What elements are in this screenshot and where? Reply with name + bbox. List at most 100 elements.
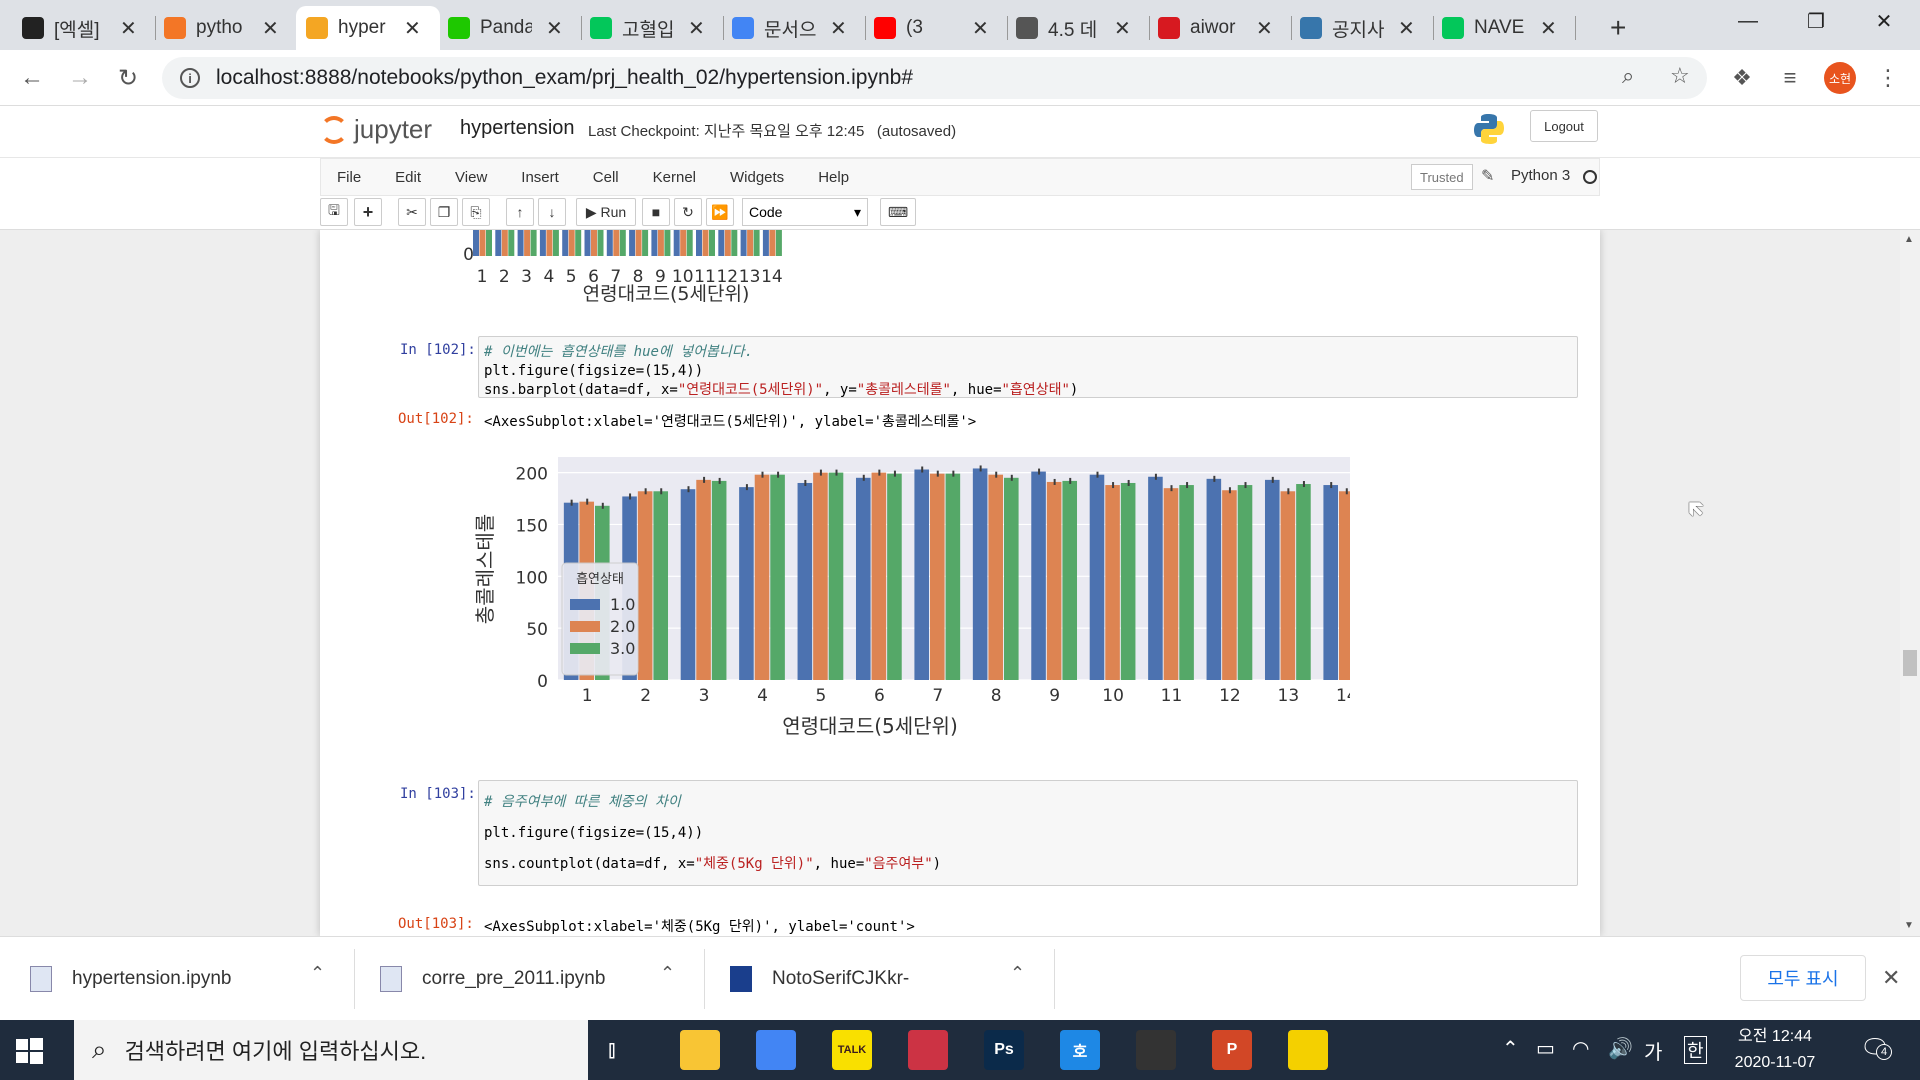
cell-102-code[interactable]: # 이번에는 흡연상태를 hue에 넣어봅니다. plt.figure(figs…: [478, 336, 1578, 398]
browser-tab[interactable]: (3 ✕: [864, 6, 1008, 50]
restart-run-all-button[interactable]: ⏩: [706, 198, 734, 226]
back-button[interactable]: ←: [14, 60, 50, 96]
restart-button[interactable]: ↻: [674, 198, 702, 226]
url-text[interactable]: localhost:8888/notebooks/python_exam/prj…: [216, 66, 913, 90]
site-info-icon[interactable]: i: [180, 68, 200, 88]
menu-help[interactable]: Help: [802, 169, 867, 186]
browser-tab[interactable]: 공지사 ✕: [1290, 6, 1434, 50]
ime-mode-indicator[interactable]: 가: [1644, 1036, 1662, 1065]
zoom-icon[interactable]: ⌕: [1622, 63, 1634, 89]
cut-button[interactable]: ✂: [398, 198, 426, 226]
windows-start-icon[interactable]: [14, 1036, 44, 1066]
menu-cell[interactable]: Cell: [577, 169, 637, 186]
taskbar-search-box[interactable]: ⌕ 검색하려면 여기에 입력하십시오.: [74, 1020, 588, 1080]
photoshop-icon[interactable]: Ps: [984, 1030, 1024, 1070]
menu-edit[interactable]: Edit: [379, 169, 439, 186]
sticky-notes-icon[interactable]: [1288, 1030, 1328, 1070]
kernel-name[interactable]: Python 3: [1511, 167, 1570, 184]
taskbar-clock[interactable]: 오전 12:44 2020-11-07: [1720, 1024, 1830, 1076]
cell-103-code[interactable]: # 음주여부에 따른 체중의 차이 plt.figure(figsize=(15…: [478, 780, 1578, 886]
media-control-icon[interactable]: ≡: [1774, 62, 1806, 94]
tab-close-icon[interactable]: ✕: [262, 16, 279, 41]
browser-tab[interactable]: aiwor ✕: [1148, 6, 1292, 50]
chevron-up-icon[interactable]: ⌃: [310, 963, 325, 984]
download-item[interactable]: corre_pre_2011.ipynb: [380, 937, 680, 1021]
browser-tab[interactable]: 4.5 데 ✕: [1006, 6, 1150, 50]
explorer-icon[interactable]: [680, 1030, 720, 1070]
tab-close-icon[interactable]: ✕: [1398, 16, 1415, 41]
volume-icon[interactable]: 🔊: [1608, 1036, 1633, 1061]
interrupt-button[interactable]: ■: [642, 198, 670, 226]
browser-tab[interactable]: [엑셀] ✕: [12, 6, 156, 50]
show-all-downloads-button[interactable]: 모두 표시: [1740, 955, 1866, 1001]
browser-tab[interactable]: Panda ✕: [438, 6, 582, 50]
tab-close-icon[interactable]: ✕: [120, 16, 137, 41]
menu-insert[interactable]: Insert: [505, 169, 577, 186]
cell-type-select[interactable]: Code ▾: [742, 198, 868, 226]
reload-button[interactable]: ↻: [110, 60, 146, 96]
save-button[interactable]: 🖫: [320, 198, 348, 226]
run-button[interactable]: ▶ Run: [576, 198, 636, 226]
new-tab-button[interactable]: +: [1600, 6, 1636, 50]
command-palette-button[interactable]: ⌨: [880, 198, 916, 226]
notification-center-icon[interactable]: 🗨 4: [1860, 1034, 1892, 1063]
menu-file[interactable]: File: [321, 169, 379, 186]
tab-close-icon[interactable]: ✕: [830, 16, 847, 41]
tab-close-icon[interactable]: ✕: [1256, 16, 1273, 41]
chevron-up-icon[interactable]: ⌃: [660, 963, 675, 984]
browser-tab[interactable]: pytho ✕: [154, 6, 298, 50]
browser-menu-icon[interactable]: ⋮: [1872, 62, 1904, 94]
forward-button[interactable]: →: [62, 60, 98, 96]
tab-close-icon[interactable]: ✕: [1540, 16, 1557, 41]
tab-close-icon[interactable]: ✕: [404, 16, 421, 41]
chevron-up-icon[interactable]: ⌃: [1010, 963, 1025, 984]
maximize-button[interactable]: ❐: [1782, 0, 1850, 42]
browser-tab[interactable]: 문서으 ✕: [722, 6, 866, 50]
chrome-icon[interactable]: [756, 1030, 796, 1070]
insert-cell-button[interactable]: +: [354, 198, 382, 226]
jupyter-logo[interactable]: jupyter: [320, 114, 432, 145]
scroll-up-arrow[interactable]: ▲: [1904, 234, 1914, 245]
menu-kernel[interactable]: Kernel: [637, 169, 714, 186]
hwp-icon[interactable]: 호: [1060, 1030, 1100, 1070]
edit-pencil-icon[interactable]: ✎: [1481, 166, 1494, 186]
tab-close-icon[interactable]: ✕: [972, 16, 989, 41]
task-view-icon[interactable]: ⫾: [608, 1036, 616, 1064]
tab-close-icon[interactable]: ✕: [688, 16, 705, 41]
download-item[interactable]: hypertension.ipynb: [30, 937, 330, 1021]
profile-avatar[interactable]: 소현: [1824, 62, 1856, 94]
move-up-button[interactable]: ↑: [506, 198, 534, 226]
pen-app-icon[interactable]: [908, 1030, 948, 1070]
tray-overflow-icon[interactable]: ⌃: [1502, 1036, 1519, 1061]
vertical-scrollbar[interactable]: ▲ ▼: [1900, 230, 1920, 936]
scrollbar-thumb[interactable]: [1903, 650, 1917, 676]
bookmark-star-icon[interactable]: ☆: [1670, 63, 1690, 89]
wifi-icon[interactable]: ◠: [1572, 1036, 1589, 1061]
extensions-icon[interactable]: ❖: [1726, 62, 1758, 94]
close-window-button[interactable]: ✕: [1850, 0, 1918, 42]
language-indicator[interactable]: 한: [1684, 1036, 1707, 1064]
paste-button[interactable]: ⎘: [462, 198, 490, 226]
kakaotalk-icon[interactable]: TALK: [832, 1030, 872, 1070]
terminal-icon[interactable]: [1136, 1030, 1176, 1070]
move-down-button[interactable]: ↓: [538, 198, 566, 226]
menu-widgets[interactable]: Widgets: [714, 169, 802, 186]
scroll-down-arrow[interactable]: ▼: [1904, 920, 1914, 931]
powerpoint-icon[interactable]: P: [1212, 1030, 1252, 1070]
browser-tab[interactable]: NAVE ✕: [1432, 6, 1576, 50]
trusted-badge[interactable]: Trusted: [1411, 164, 1473, 190]
close-downloads-icon[interactable]: ✕: [1882, 965, 1900, 991]
copy-button[interactable]: ❐: [430, 198, 458, 226]
notebook-scroll-area[interactable]: 0 1 2 3 4 5 6 7 8 9 10 11 12 13 14 연령대코드(5세단위) In [10…: [0, 230, 1920, 936]
tab-close-icon[interactable]: ✕: [546, 16, 563, 41]
browser-tab[interactable]: hyper ✕: [296, 6, 440, 50]
browser-tab[interactable]: 고혈입 ✕: [580, 6, 724, 50]
download-item[interactable]: NotoSerifCJKkr-: [730, 937, 1030, 1021]
tab-close-icon[interactable]: ✕: [1114, 16, 1131, 41]
battery-icon[interactable]: ▭: [1536, 1036, 1555, 1061]
url-omnibox[interactable]: i localhost:8888/notebooks/python_exam/p…: [162, 57, 1707, 99]
minimize-button[interactable]: —: [1714, 0, 1782, 42]
notebook-name[interactable]: hypertension: [460, 117, 575, 140]
logout-button[interactable]: Logout: [1530, 110, 1598, 142]
menu-view[interactable]: View: [439, 169, 505, 186]
